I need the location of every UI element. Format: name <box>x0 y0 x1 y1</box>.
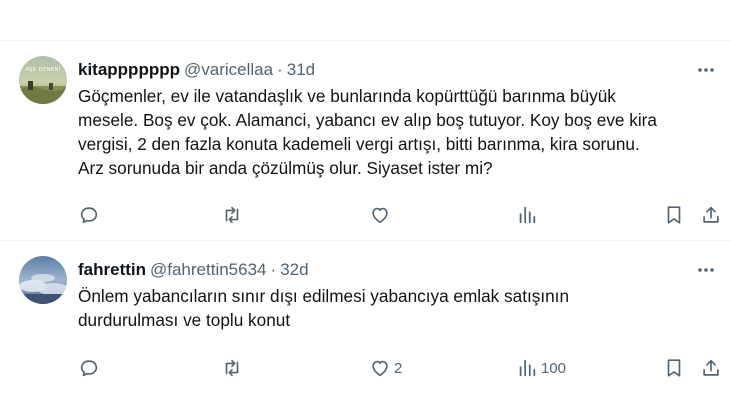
retweet-button[interactable] <box>221 202 246 228</box>
tweet-header: fahrettin @fahrettin5634 · 32d <box>78 259 309 281</box>
user-handle[interactable]: @fahrettin5634 <box>150 260 267 279</box>
views-button[interactable] <box>516 202 541 228</box>
retweet-button[interactable] <box>221 355 246 381</box>
avatar-image <box>19 256 67 304</box>
more-options-button[interactable] <box>694 59 718 81</box>
action-bar: 2 100 <box>78 355 728 381</box>
views-icon <box>519 206 536 224</box>
tweet-text: Göçmenler, ev ile vatandaşlık ve bunları… <box>78 86 657 178</box>
like-button[interactable] <box>369 202 394 228</box>
user-handle[interactable]: @varicellaa <box>184 60 273 79</box>
display-name[interactable]: kitappppppp <box>78 60 180 79</box>
separator-dot: · <box>277 60 283 79</box>
reply-icon <box>80 360 98 377</box>
reply-button[interactable] <box>78 202 103 228</box>
more-horizontal-icon <box>698 268 714 272</box>
reply-tweet[interactable]: fahrettin @fahrettin5634 · 32d Önlem yabanc… <box>0 240 730 420</box>
separator-dot: · <box>270 260 277 279</box>
retweet-icon <box>225 359 239 377</box>
views-button[interactable]: 100 <box>516 355 566 381</box>
retweet-icon <box>225 206 239 224</box>
like-button[interactable]: 2 <box>369 355 402 381</box>
share-button[interactable] <box>700 355 722 381</box>
avatar[interactable] <box>19 256 67 304</box>
svg-text:AŞK DENENİ: AŞK DENENİ <box>25 66 61 73</box>
display-name[interactable]: fahrettin <box>78 260 146 279</box>
share-button[interactable] <box>700 202 722 228</box>
bookmark-button[interactable] <box>663 355 685 381</box>
tweet-header: kitappppppp @varicellaa · 31d <box>78 59 315 81</box>
views-count: 100 <box>541 359 567 377</box>
reply-tweet[interactable]: AŞK DENENİ kitappppppp @varicellaa · 31d Gö… <box>0 40 730 240</box>
like-count: 2 <box>394 359 403 377</box>
avatar-image: AŞK DENENİ <box>19 56 67 104</box>
timestamp[interactable]: 32d <box>280 260 308 279</box>
share-icon <box>703 206 719 223</box>
bookmark-button[interactable] <box>663 202 685 228</box>
bookmark-icon <box>667 206 681 224</box>
tweet-text: Önlem yabancıların sınır dışı edilmesi y… <box>78 286 570 330</box>
reply-icon <box>80 207 98 224</box>
share-icon <box>703 359 719 376</box>
timestamp[interactable]: 31d <box>287 60 315 79</box>
top-spacer <box>0 0 730 40</box>
avatar[interactable]: AŞK DENENİ <box>19 56 67 104</box>
action-bar <box>78 202 728 228</box>
reply-button[interactable] <box>78 355 103 381</box>
views-icon <box>519 359 536 377</box>
bookmark-icon <box>667 359 681 377</box>
more-options-button[interactable] <box>694 259 718 281</box>
heart-icon <box>372 207 388 224</box>
more-horizontal-icon <box>698 68 714 72</box>
heart-icon <box>372 360 388 377</box>
